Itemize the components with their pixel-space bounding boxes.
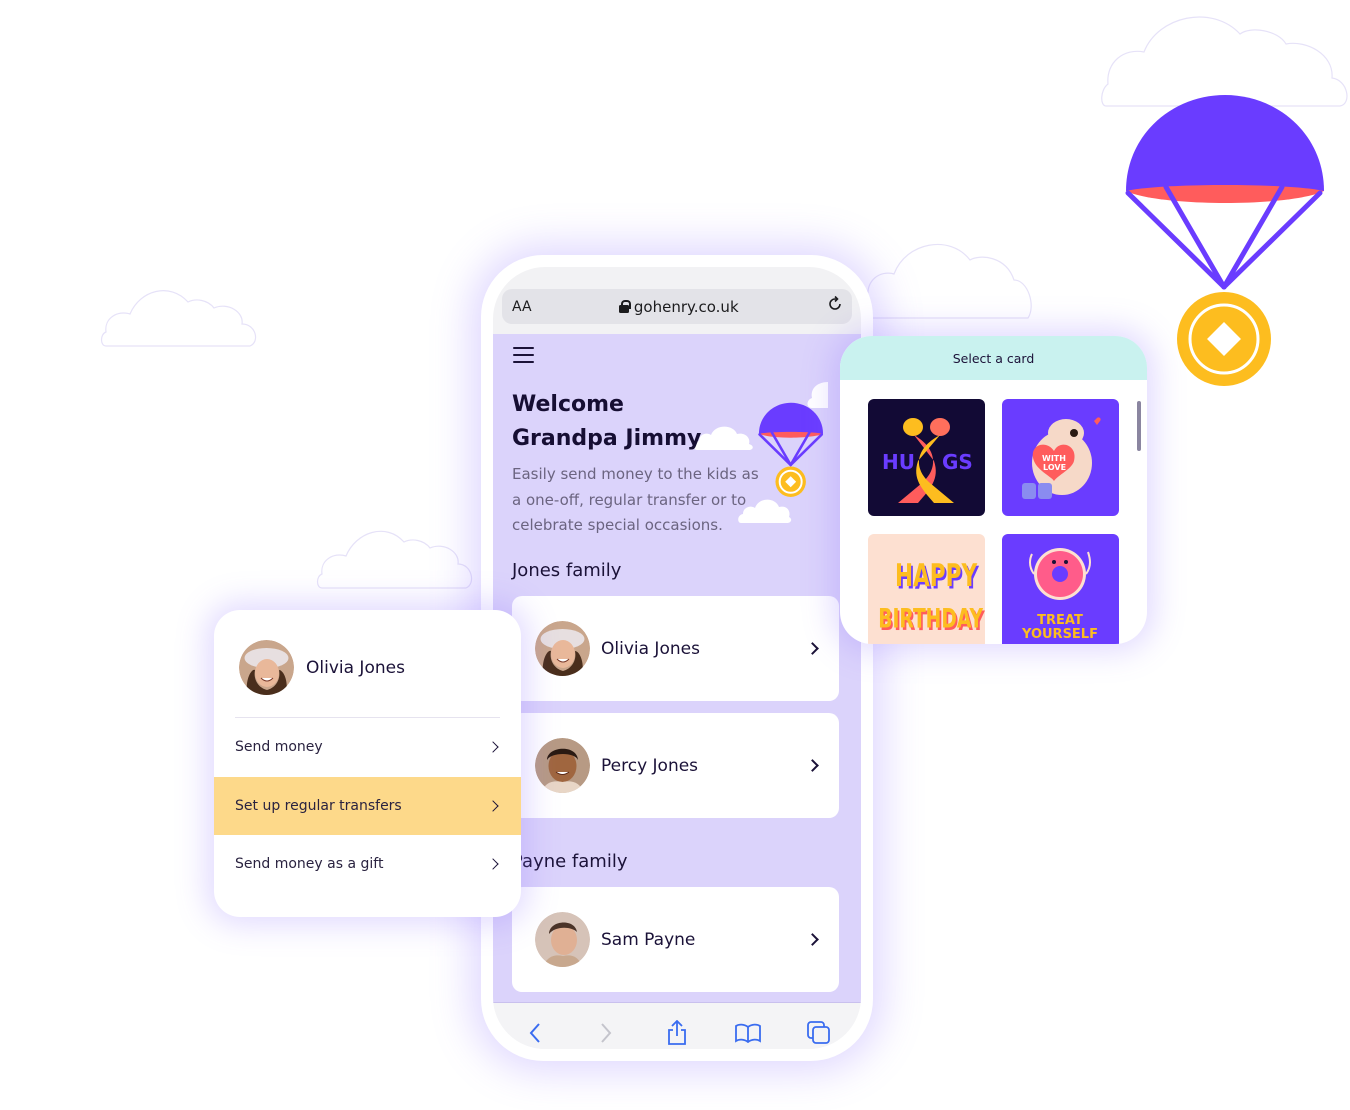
regular-transfers-option[interactable]: Set up regular transfers (214, 777, 521, 835)
with-love-card-illustration: WITH LOVE (1002, 399, 1119, 516)
kid-name: Percy Jones (601, 755, 699, 776)
svg-text:HU: HU (882, 450, 915, 474)
address-bar[interactable]: AA gohenry.co.uk (502, 289, 852, 324)
avatar (535, 912, 590, 967)
send-money-option[interactable]: Send money (214, 718, 521, 776)
bookmarks-icon[interactable] (735, 1020, 762, 1046)
parachute-coin-illustration (1125, 95, 1324, 386)
card-selector-title: Select a card (840, 336, 1147, 380)
family-heading: Jones family (512, 560, 622, 581)
gift-card-happy-birthday[interactable]: HAPPY HAPPY BIRTHDAY BIRTHDAY (868, 534, 985, 644)
chevron-right-icon (806, 933, 819, 946)
kid-name: Olivia Jones (601, 638, 700, 659)
forward-icon[interactable] (593, 1020, 619, 1046)
avatar (535, 738, 590, 793)
user-name-heading: Grandpa Jimmy (512, 426, 702, 451)
svg-text:BIRTHDAY: BIRTHDAY (878, 605, 983, 635)
svg-text:HAPPY: HAPPY (895, 558, 978, 594)
family-heading: Payne family (512, 851, 628, 872)
page-content: Welcome Grandpa Jimmy Easily send money … (493, 334, 861, 1002)
kid-list-item[interactable]: Olivia Jones (512, 596, 839, 701)
selected-kid-header: Olivia Jones (239, 640, 405, 695)
url-display[interactable]: gohenry.co.uk (618, 297, 739, 316)
welcome-line: Welcome (512, 392, 624, 417)
option-label: Set up regular transfers (235, 798, 402, 814)
cloud-decoration (861, 244, 1032, 319)
browser-toolbar (493, 1002, 861, 1049)
gift-card-hugs[interactable]: HU GS (868, 399, 985, 516)
share-icon[interactable] (664, 1019, 690, 1046)
intro-text: Easily send money to the kids as a one-o… (512, 465, 759, 534)
parachute-coin-illustration (758, 402, 824, 497)
url-text: gohenry.co.uk (633, 297, 739, 316)
kid-name: Sam Payne (601, 929, 696, 950)
cloud-decoration (694, 426, 753, 450)
chevron-right-icon (806, 759, 819, 772)
hugs-card-illustration: HU GS (868, 399, 985, 516)
happy-birthday-card-illustration: HAPPY HAPPY BIRTHDAY BIRTHDAY (868, 534, 985, 644)
cloud-decoration (100, 290, 257, 347)
svg-text:YOURSELF: YOURSELF (1021, 627, 1098, 642)
svg-text:GS: GS (942, 450, 973, 474)
phone-mockup: AA gohenry.co.uk Welcome Grandpa Jimmy E… (481, 255, 873, 1061)
treat-yourself-card-illustration: TREAT YOURSELF (1002, 534, 1119, 644)
send-gift-option[interactable]: Send money as a gift (214, 835, 521, 893)
text-size-button[interactable]: AA (512, 299, 532, 315)
cloud-decoration (1101, 16, 1348, 107)
reload-icon[interactable] (826, 295, 844, 318)
page-title: Welcome Grandpa Jimmy (512, 388, 701, 456)
gift-card-treat-yourself[interactable]: TREAT YOURSELF (1002, 534, 1119, 644)
selected-kid-name: Olivia Jones (306, 657, 405, 678)
option-label: Send money as a gift (235, 856, 384, 872)
kid-list-item[interactable]: Sam Payne (512, 887, 839, 992)
chevron-right-icon (487, 741, 499, 753)
lock-icon (618, 300, 631, 313)
avatar (239, 640, 294, 695)
kid-actions-panel: Olivia Jones Send money Set up regular t… (214, 610, 521, 917)
svg-text:LOVE: LOVE (1043, 463, 1066, 472)
tabs-icon[interactable] (806, 1020, 832, 1046)
gift-card-with-love[interactable]: WITH LOVE (1002, 399, 1119, 516)
back-icon[interactable] (522, 1020, 548, 1046)
kid-list-item[interactable]: Percy Jones (512, 713, 839, 818)
option-label: Send money (235, 739, 323, 755)
svg-text:WITH: WITH (1042, 454, 1066, 463)
hamburger-icon[interactable] (513, 347, 534, 363)
chevron-right-icon (487, 800, 499, 812)
chevron-right-icon (806, 642, 819, 655)
card-list-scrollbar[interactable] (1137, 401, 1141, 451)
cloud-decoration (316, 530, 473, 589)
svg-text:TREAT: TREAT (1037, 613, 1083, 628)
card-selector-panel: Select a card HU GS WITH LOVE HAPPY HAPP… (840, 336, 1147, 644)
phone-screen: AA gohenry.co.uk Welcome Grandpa Jimmy E… (493, 267, 861, 1049)
avatar (535, 621, 590, 676)
chevron-right-icon (487, 858, 499, 870)
